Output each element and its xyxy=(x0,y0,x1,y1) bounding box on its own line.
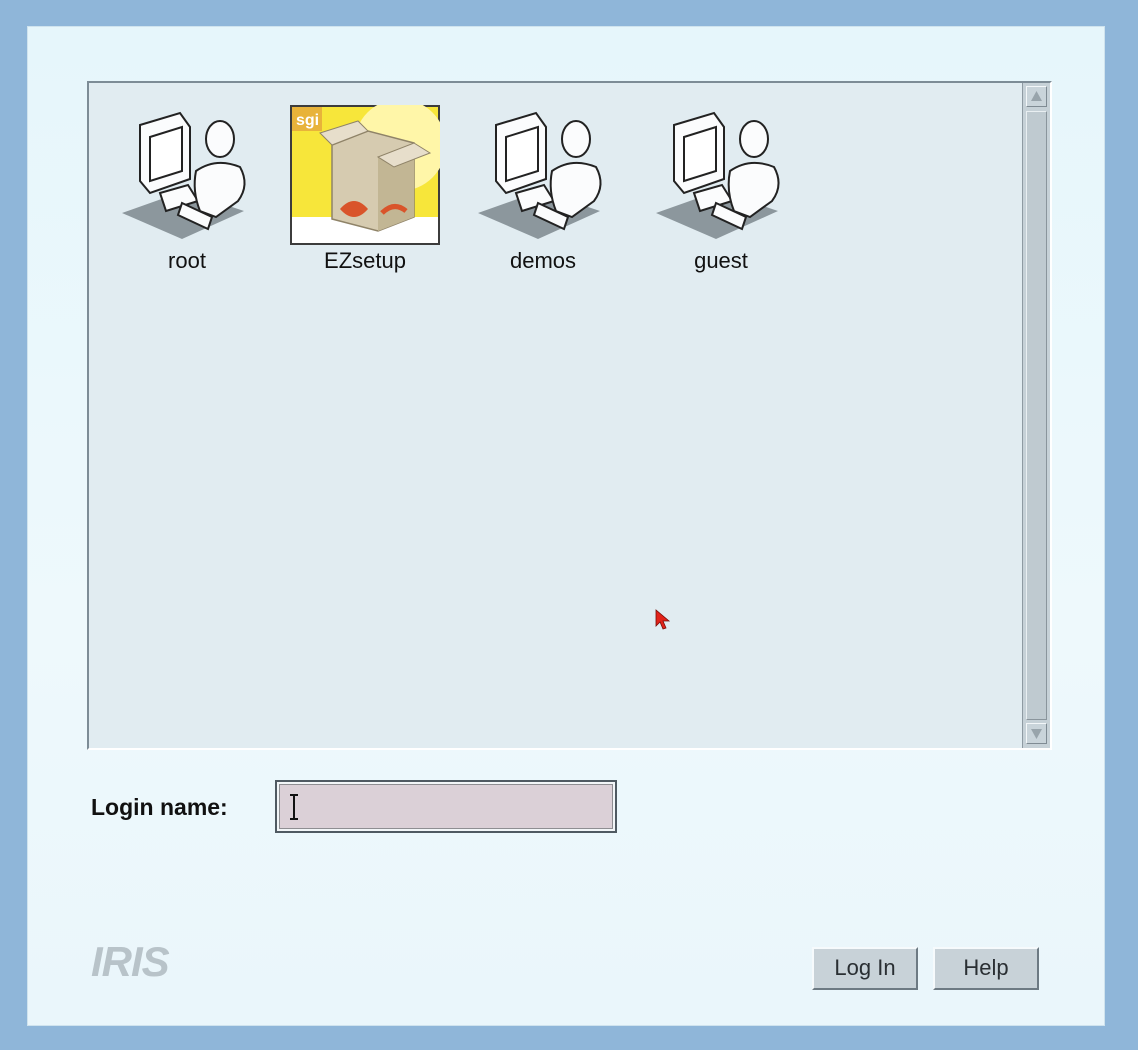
mouse-pointer-icon xyxy=(655,609,671,630)
scroll-down-button[interactable] xyxy=(1026,723,1047,744)
login-name-field-frame xyxy=(275,780,617,833)
login-window: root sgi EZsetup demos guest Login name:… xyxy=(27,26,1105,1026)
user-label-demos: demos xyxy=(509,248,577,273)
user-label-root: root xyxy=(168,248,206,273)
workstation-user-icon xyxy=(478,111,602,239)
user-icon-root[interactable]: root xyxy=(107,105,267,274)
vertical-scrollbar[interactable] xyxy=(1022,83,1050,748)
arrow-up-icon xyxy=(1031,91,1042,101)
help-button[interactable]: Help xyxy=(933,947,1039,990)
user-icon-demos[interactable]: demos xyxy=(463,105,623,274)
user-icon-area[interactable]: root sgi EZsetup demos guest xyxy=(89,83,1022,748)
sgi-logo-text: sgi xyxy=(296,112,319,129)
iris-logo: IRIS xyxy=(91,938,170,985)
scroll-up-button[interactable] xyxy=(1026,86,1047,107)
user-icon-panel: root sgi EZsetup demos guest xyxy=(87,81,1052,750)
user-icon-guest[interactable]: guest xyxy=(641,105,801,274)
user-icon-ezsetup[interactable]: sgi EZsetup xyxy=(285,105,445,274)
scroll-thumb[interactable] xyxy=(1026,111,1047,720)
workstation-user-icon xyxy=(656,111,780,239)
workstation-user-icon xyxy=(122,111,246,239)
login-name-input[interactable] xyxy=(279,784,613,829)
sgi-box-icon: sgi xyxy=(290,105,440,245)
arrow-down-icon xyxy=(1031,729,1042,739)
user-label-ezsetup: EZsetup xyxy=(324,248,406,273)
log-in-button[interactable]: Log In xyxy=(812,947,918,990)
login-name-label: Login name: xyxy=(91,794,228,820)
user-label-guest: guest xyxy=(694,248,748,273)
